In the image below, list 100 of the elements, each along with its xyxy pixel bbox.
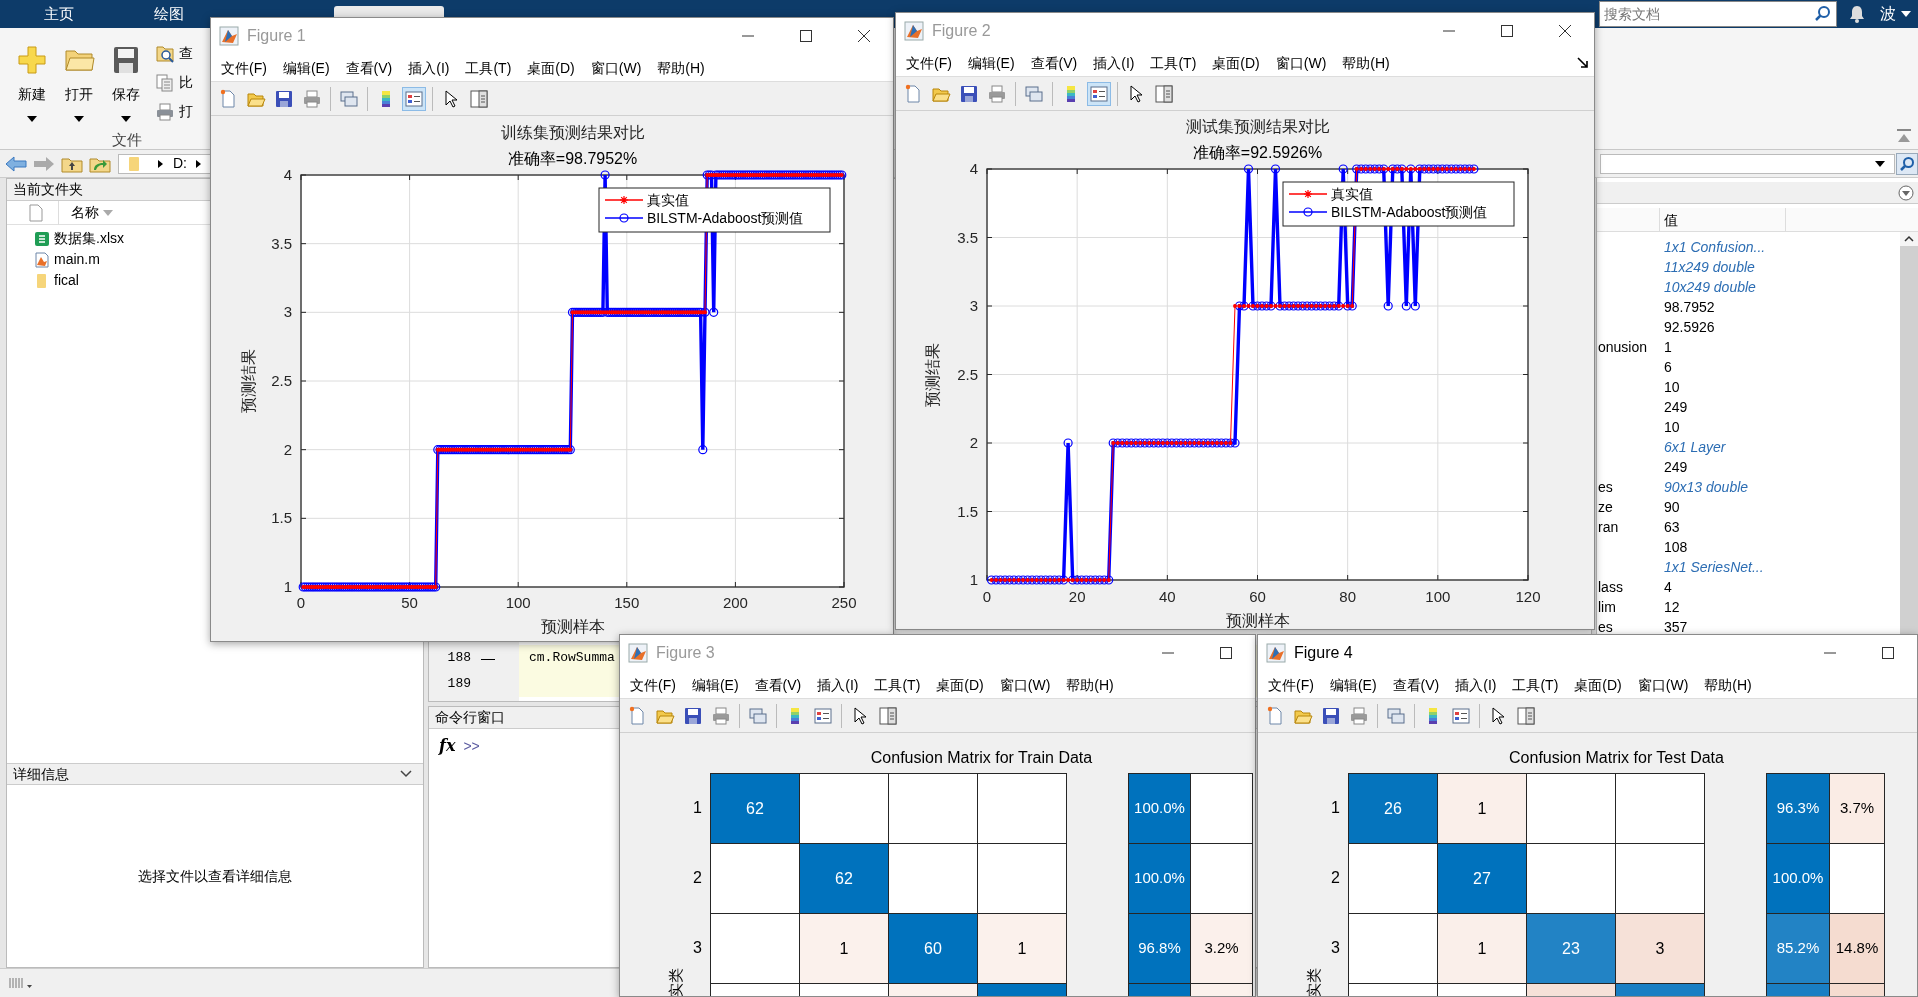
menu-item[interactable]: 插入(I) — [1447, 670, 1505, 699]
legend-marker-icon — [604, 213, 644, 223]
summary-cell: 3.7% — [1830, 774, 1884, 843]
summary-cell: 100.0% — [1767, 844, 1829, 913]
variable-value: 12 — [1664, 599, 1680, 615]
menu-item[interactable]: 窗口(W) — [582, 53, 650, 82]
back-arrow-icon[interactable] — [4, 154, 28, 173]
variable-value: 90 — [1664, 499, 1680, 515]
menu-item[interactable]: 帮助(H) — [1058, 670, 1122, 699]
menu-item[interactable]: 桌面(D) — [1204, 48, 1268, 77]
panel-header: 详细信息 — [13, 764, 69, 784]
folder-icon — [127, 155, 141, 172]
menu-item[interactable]: 查看(V) — [1022, 48, 1086, 77]
menu-item[interactable]: 编辑(E) — [959, 48, 1023, 77]
legend-icon[interactable] — [402, 86, 426, 111]
dropdown-icon[interactable] — [1874, 159, 1887, 168]
file-name[interactable]: fical — [54, 270, 79, 291]
legend-icon[interactable] — [1087, 81, 1111, 106]
variable-name: lass — [1598, 579, 1623, 595]
tick-label: 50 — [401, 594, 418, 611]
menu-item[interactable]: 工具(T) — [1142, 48, 1205, 77]
ribbon-button[interactable]: 新建 — [8, 28, 55, 130]
chart-title: 训练集预测结果对比 — [500, 124, 645, 141]
menu-item[interactable]: 帮助(H) — [649, 53, 713, 82]
search-button[interactable] — [1896, 152, 1918, 175]
grip-icon[interactable] — [8, 976, 34, 990]
menu-item[interactable]: 插入(I) — [809, 670, 867, 699]
tick-label: 80 — [1339, 588, 1356, 605]
variable-value: 108 — [1664, 539, 1688, 555]
user-name[interactable]: 波 — [1880, 2, 1896, 26]
menu-item[interactable]: 编辑(E) — [683, 670, 747, 699]
menu-item[interactable]: 查看(V) — [746, 670, 810, 699]
matrix-cell: 1 — [1438, 914, 1526, 983]
filter-field[interactable] — [1599, 153, 1896, 174]
surface-icon — [904, 21, 924, 41]
row-label: 1 — [693, 799, 702, 816]
menu-item[interactable]: 文件(F) — [622, 670, 684, 699]
dock-arrow-icon[interactable] — [1576, 55, 1590, 70]
search-field[interactable]: 搜索文档 — [1599, 1, 1837, 27]
menu-item[interactable]: 桌面(D) — [1566, 670, 1630, 699]
summary-cell: 3.2% — [1191, 914, 1252, 983]
menu-item[interactable]: 插入(I) — [1085, 48, 1143, 77]
variable-value: 249 — [1664, 459, 1688, 475]
variable-value: 92.5926 — [1664, 319, 1715, 335]
caret-icon[interactable] — [1900, 10, 1912, 18]
menu-item[interactable]: 文件(F) — [898, 48, 960, 77]
legend-label: BILSTM-Adaboost预测值 — [1331, 204, 1488, 220]
matrix-cell: 3 — [1616, 914, 1704, 983]
file-name[interactable]: main.m — [54, 249, 100, 270]
summary-cell: 14.8% — [1830, 914, 1884, 983]
menu-item[interactable]: 文件(F) — [213, 53, 275, 82]
menu-item[interactable]: 桌面(D) — [928, 670, 992, 699]
collapse-icon[interactable] — [1895, 129, 1913, 143]
ribbon-button[interactable]: 保存 — [102, 28, 149, 130]
tick-label: 1.5 — [271, 509, 292, 527]
menu-item[interactable]: 帮助(H) — [1696, 670, 1760, 699]
search-icon[interactable] — [1814, 5, 1832, 23]
menu-item[interactable]: 帮助(H) — [1334, 48, 1398, 77]
matrix-cell: 62 — [800, 844, 888, 913]
tick-label: 60 — [1249, 588, 1266, 605]
chevron-down-icon[interactable] — [399, 769, 413, 779]
menu-item[interactable]: 工具(T) — [1504, 670, 1567, 699]
column-header[interactable]: 名称 — [71, 202, 99, 223]
menu-item[interactable]: 窗口(W) — [1629, 670, 1697, 699]
menu-item[interactable]: 文件(F) — [1260, 670, 1322, 699]
ribbon-button[interactable]: 比 — [155, 68, 193, 97]
menu-item[interactable]: 桌面(D) — [519, 53, 583, 82]
tick-label: 2 — [283, 440, 292, 458]
menu-item[interactable]: 编辑(E) — [1321, 670, 1385, 699]
menu-item[interactable]: 窗口(W) — [1267, 48, 1335, 77]
menu-item[interactable]: 查看(V) — [1384, 670, 1448, 699]
scroll-up-icon[interactable] — [1900, 232, 1918, 246]
path-segment[interactable]: D: — [173, 153, 187, 174]
ribbon-button[interactable]: 查 — [155, 39, 193, 68]
ribbon-tab[interactable]: 主页 — [4, 0, 114, 28]
row-label: 2 — [1331, 869, 1340, 886]
menu-item[interactable]: 编辑(E) — [274, 53, 338, 82]
legend-label: 真实值 — [1331, 186, 1373, 202]
ribbon-button[interactable]: 打开 — [55, 28, 102, 130]
tick-label: 3 — [283, 303, 292, 321]
menu-item[interactable]: 工具(T) — [866, 670, 929, 699]
circle-down-icon[interactable] — [1897, 183, 1915, 202]
bell-icon[interactable] — [1848, 4, 1866, 24]
variable-value: 98.7952 — [1664, 299, 1715, 315]
menu-item[interactable]: 窗口(W) — [991, 670, 1059, 699]
file-name[interactable]: 数据集.xlsx — [54, 228, 124, 249]
details-message: 选择文件以查看详细信息 — [138, 866, 292, 886]
function-button[interactable]: fx — [439, 734, 456, 758]
ribbon-tab[interactable]: 绘图 — [114, 0, 224, 28]
chart-title: Confusion Matrix for Train Data — [869, 748, 1094, 768]
variable-value: 63 — [1664, 519, 1680, 535]
axis-label: 预测结果 — [240, 349, 257, 413]
tick-label: 0 — [296, 594, 306, 611]
menu-item[interactable]: 查看(V) — [337, 53, 401, 82]
matrix-cell: 27 — [1438, 844, 1526, 913]
ribbon-button[interactable]: 打 — [155, 97, 193, 126]
menu-item[interactable]: 插入(I) — [400, 53, 458, 82]
window-title: Figure 4 — [1294, 643, 1353, 663]
menu-item[interactable]: 工具(T) — [457, 53, 520, 82]
variable-value: 10x249 double — [1664, 279, 1756, 295]
